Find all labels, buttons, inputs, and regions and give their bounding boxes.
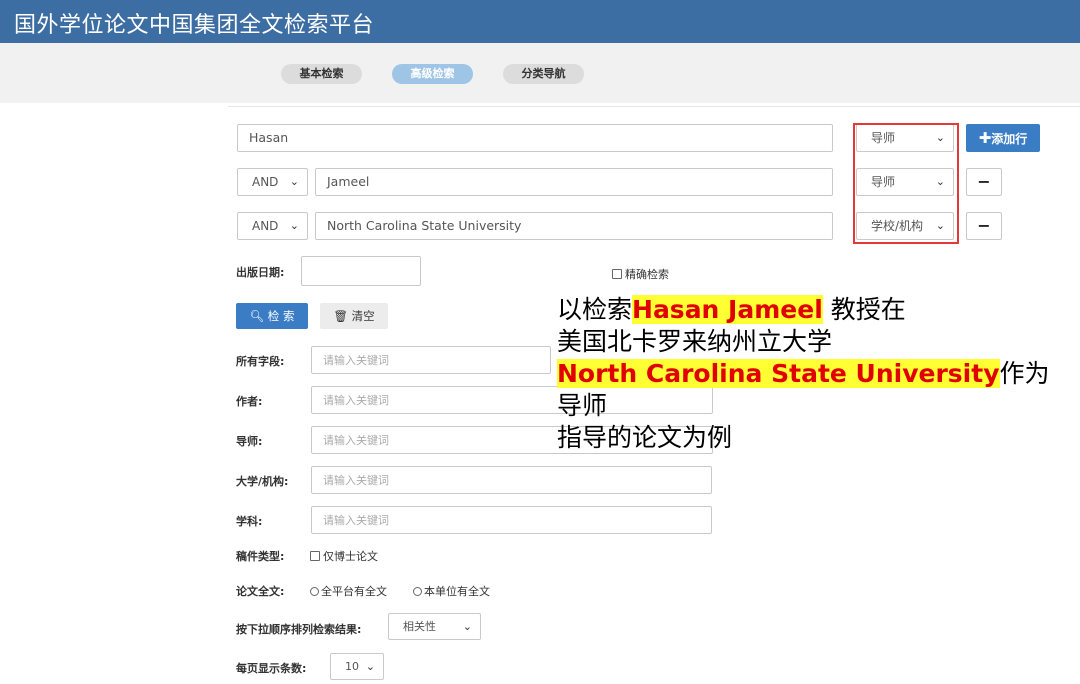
fulltext-label: 论文全文:	[236, 585, 285, 598]
chevron-down-icon: ⌄	[289, 219, 299, 232]
publish-date-input[interactable]	[301, 256, 421, 286]
annotation-line-5: 指导的论文为例	[557, 423, 733, 452]
annotation-name-highlight: Hasan Jameel	[632, 295, 823, 324]
search-button[interactable]: 🔍︎ 检 索	[236, 303, 308, 329]
annotation-line-1: 以检索Hasan Jameel 教授在	[557, 294, 1077, 326]
operator-select-3[interactable]: AND ⌄	[237, 212, 308, 240]
annotation-line1-suffix: 教授在	[822, 295, 906, 324]
university-placeholder: 请输入关键词	[323, 474, 389, 487]
operator-select-2[interactable]: AND ⌄	[237, 168, 308, 196]
tab-basic-search[interactable]: 基本检索	[281, 64, 362, 84]
clear-button[interactable]: 🗑︎ 清空	[320, 303, 388, 329]
phd-only-checkbox[interactable]: 仅博士论文	[310, 548, 378, 564]
annotation-line3-suffix: 作为	[999, 359, 1050, 388]
plus-icon: ✚	[978, 129, 992, 147]
search-mode-tabbar: 基本检索 高级检索 分类导航	[0, 43, 1080, 103]
annotation-line-3: North Carolina State University作为	[557, 358, 1077, 390]
field-label-university: 大学/机构:	[236, 475, 289, 488]
radio-icon	[413, 587, 422, 596]
app-title: 国外学位论文中国集团全文检索平台	[14, 13, 375, 38]
search-term-input-2[interactable]: Jameel	[315, 168, 833, 196]
field-select-highlight-box	[853, 123, 959, 244]
exact-search-checkbox[interactable]: 精确检索	[612, 266, 669, 282]
search-button-label: 检 索	[267, 309, 295, 323]
annotation-school-highlight: North Carolina State University	[557, 359, 1000, 388]
fulltext-radio-platform[interactable]: 全平台有全文	[310, 583, 387, 599]
per-page-select[interactable]: 10 ⌄	[330, 653, 384, 680]
sort-select-value: 相关性	[403, 620, 436, 633]
add-row-button[interactable]: ✚添加行	[966, 124, 1040, 152]
tab-advanced-search[interactable]: 高级检索	[392, 64, 473, 84]
checkbox-icon	[310, 551, 320, 561]
doc-type-label: 稿件类型:	[236, 550, 285, 563]
divider	[228, 106, 1080, 107]
tab-category-nav[interactable]: 分类导航	[503, 64, 584, 84]
field-label-author: 作者:	[236, 395, 263, 408]
per-page-label: 每页显示条数:	[236, 662, 307, 675]
chevron-down-icon: ⌄	[462, 620, 472, 633]
checkbox-icon	[612, 269, 622, 279]
phd-only-label: 仅博士论文	[323, 550, 378, 563]
trash-icon: 🗑︎	[333, 309, 348, 323]
minus-icon: −	[977, 172, 991, 191]
sort-select[interactable]: 相关性 ⌄	[388, 613, 481, 640]
chevron-down-icon: ⌄	[365, 660, 375, 673]
field-label-advisor: 导师:	[236, 435, 263, 448]
search-term-input-1[interactable]: Hasan	[237, 124, 833, 152]
subject-placeholder: 请输入关键词	[323, 514, 389, 527]
annotation-text: 以检索Hasan Jameel 教授在 美国北卡罗来纳州立大学 North Ca…	[557, 294, 1077, 454]
annotation-line-4: 导师	[557, 391, 608, 420]
annotation-line-2: 美国北卡罗来纳州立大学	[557, 327, 833, 356]
chevron-down-icon: ⌄	[289, 175, 299, 188]
remove-row-button-3[interactable]: −	[966, 212, 1002, 240]
field-label-subject: 学科:	[236, 515, 263, 528]
add-row-label: 添加行	[991, 132, 1028, 146]
remove-row-button-2[interactable]: −	[966, 168, 1002, 196]
minus-icon: −	[977, 216, 991, 235]
per-page-select-value: 10	[345, 660, 359, 673]
advisor-placeholder: 请输入关键词	[323, 434, 389, 447]
university-input[interactable]: 请输入关键词	[311, 466, 712, 494]
search-term-input-3[interactable]: North Carolina State University	[315, 212, 833, 240]
all-fields-input[interactable]: 请输入关键词	[311, 346, 551, 374]
clear-button-label: 清空	[351, 309, 375, 323]
author-placeholder: 请输入关键词	[323, 394, 389, 407]
operator-select-3-value: AND	[252, 219, 279, 233]
fulltext-radio-institution[interactable]: 本单位有全文	[413, 583, 490, 599]
operator-select-2-value: AND	[252, 175, 279, 189]
publish-date-label: 出版日期:	[236, 266, 285, 279]
sort-label: 按下拉顺序排列检索结果:	[236, 623, 362, 636]
subject-input[interactable]: 请输入关键词	[311, 506, 712, 534]
field-label-all: 所有字段:	[236, 355, 285, 368]
exact-search-label: 精确检索	[625, 268, 669, 281]
fulltext-platform-label: 全平台有全文	[321, 585, 387, 598]
fulltext-institution-label: 本单位有全文	[424, 585, 490, 598]
app-header: 国外学位论文中国集团全文检索平台	[0, 0, 1080, 43]
search-icon: 🔍︎	[249, 309, 265, 323]
annotation-prefix: 以检索	[557, 295, 633, 324]
radio-icon	[310, 587, 319, 596]
all-fields-placeholder: 请输入关键词	[323, 354, 389, 367]
